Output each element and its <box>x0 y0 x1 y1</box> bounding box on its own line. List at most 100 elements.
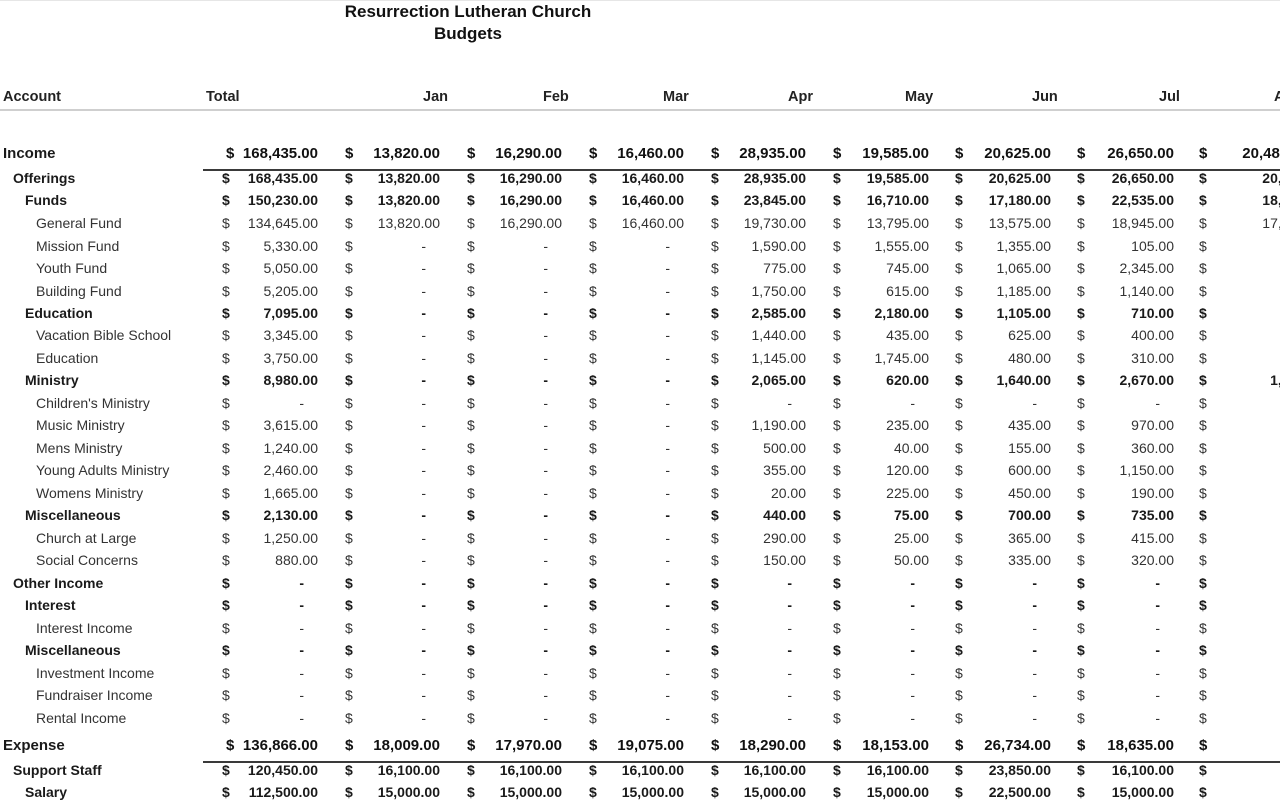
amount: 3,345.00 <box>263 327 319 343</box>
currency-symbol: $ <box>833 710 841 726</box>
cell-apr: $15,000.00 <box>711 784 806 806</box>
currency-symbol: $ <box>711 440 719 456</box>
amount: - <box>910 665 915 681</box>
currency-symbol: $ <box>467 530 475 546</box>
table-row: Miscellaneous$-$-$-$-$-$-$-$-$- <box>0 642 1280 664</box>
currency-symbol: $ <box>1199 283 1207 299</box>
table-row: Other Income$-$-$-$-$-$-$-$-$- <box>0 575 1280 597</box>
cell-apr: $18,290.00 <box>711 737 806 759</box>
currency-symbol: $ <box>1199 552 1207 568</box>
amount: 400.00 <box>1131 327 1174 343</box>
cell-apr: $2,065.00 <box>711 372 806 394</box>
amount: - <box>665 507 670 523</box>
cell-total: $5,330.00 <box>222 238 318 260</box>
currency-symbol: $ <box>1077 215 1085 231</box>
amount: - <box>1155 597 1160 613</box>
currency-symbol: $ <box>222 784 230 800</box>
cell-apr: $28,935.00 <box>711 145 806 167</box>
currency-symbol: $ <box>589 552 597 568</box>
amount: 7,095.00 <box>263 305 319 321</box>
currency-symbol: $ <box>222 620 230 636</box>
amount: - <box>543 283 548 299</box>
currency-symbol: $ <box>833 507 841 523</box>
amount: 134,645.00 <box>247 215 318 231</box>
currency-symbol: $ <box>345 687 353 703</box>
cell-feb: $ - <box>467 710 562 732</box>
cell-jul: $18,945.00 <box>1077 215 1174 237</box>
cell-may: $1,555.00 <box>833 238 929 260</box>
amount: 15,000.00 <box>866 784 929 800</box>
amount: - <box>1155 687 1160 703</box>
amount: - <box>421 283 426 299</box>
amount: 480.00 <box>1008 350 1051 366</box>
currency-symbol: $ <box>1077 620 1085 636</box>
amount: - <box>299 687 304 703</box>
currency-symbol: $ <box>1199 620 1207 636</box>
currency-symbol: $ <box>711 145 720 162</box>
currency-symbol: $ <box>589 462 597 478</box>
cell-jan: $18,009.00 <box>345 737 440 759</box>
amount: - <box>665 350 670 366</box>
cell-apr: $500.00 <box>711 440 806 462</box>
cell-may: $40.00 <box>833 440 929 462</box>
amount: 28,935.00 <box>743 170 806 186</box>
currency-symbol: $ <box>955 530 963 546</box>
currency-symbol: $ <box>589 784 597 800</box>
currency-symbol: $ <box>1199 327 1207 343</box>
currency-symbol: $ <box>222 440 230 456</box>
currency-symbol: $ <box>1077 737 1086 754</box>
amount: 18,009.00 <box>373 737 440 754</box>
currency-symbol: $ <box>1077 462 1085 478</box>
cell-aug: $105. <box>1199 507 1280 529</box>
currency-symbol: $ <box>955 710 963 726</box>
cell-aug: $17,685. <box>1199 215 1280 237</box>
amount: - <box>543 665 548 681</box>
cell-jan: $ - <box>345 440 440 462</box>
account-label: Womens Ministry <box>36 485 144 501</box>
cell-apr: $ - <box>711 395 806 417</box>
cell-mar: $ - <box>589 417 684 439</box>
cell-feb: $ - <box>467 485 562 507</box>
amount: - <box>421 665 426 681</box>
amount: 16,710.00 <box>866 192 929 208</box>
currency-symbol: $ <box>1199 372 1207 388</box>
cell-feb: $ - <box>467 687 562 709</box>
amount: 2,130.00 <box>263 507 319 523</box>
amount: - <box>787 575 792 591</box>
currency-symbol: $ <box>833 462 841 478</box>
cell-total: $7,095.00 <box>222 305 318 327</box>
cell-jan: $ - <box>345 260 440 282</box>
currency-symbol: $ <box>222 350 230 366</box>
currency-symbol: $ <box>955 260 963 276</box>
cell-may: $16,710.00 <box>833 192 929 214</box>
cell-aug: $80. <box>1199 530 1280 552</box>
currency-symbol: $ <box>955 440 963 456</box>
cell-jun: $450.00 <box>955 485 1051 507</box>
amount: 13,795.00 <box>866 215 929 231</box>
amount: 15,000.00 <box>743 784 806 800</box>
table-row: Funds $150,230.00 $13,820.00 $16,290.00 $16,… <box>0 192 1280 214</box>
currency-symbol: $ <box>711 283 719 299</box>
currency-symbol: $ <box>833 665 841 681</box>
currency-symbol: $ <box>955 575 963 591</box>
currency-symbol: $ <box>467 620 475 636</box>
cell-total: $ - <box>222 575 318 597</box>
amount: 18,945.00 <box>1111 215 1174 231</box>
cell-apr: $150.00 <box>711 552 806 574</box>
currency-symbol: $ <box>467 440 475 456</box>
account-label: Miscellaneous <box>25 642 121 658</box>
cell-total: $112,500.00 <box>222 784 318 806</box>
amount: - <box>543 597 548 613</box>
currency-symbol: $ <box>711 462 719 478</box>
amount: - <box>910 642 915 658</box>
account-label: Rental Income <box>36 710 127 726</box>
amount: 168,435.00 <box>247 170 318 186</box>
amount: 710.00 <box>1131 305 1174 321</box>
cell-jul: $105.00 <box>1077 238 1174 260</box>
amount: - <box>910 620 915 636</box>
report-title: Resurrection Lutheran Church <box>344 2 592 21</box>
amount: 360.00 <box>1131 440 1174 456</box>
currency-symbol: $ <box>833 597 841 613</box>
amount: - <box>421 372 426 388</box>
table-row: Youth Fund $5,050.00 $ - $ - $ - $775.00 $745.00 $… <box>0 260 1280 282</box>
